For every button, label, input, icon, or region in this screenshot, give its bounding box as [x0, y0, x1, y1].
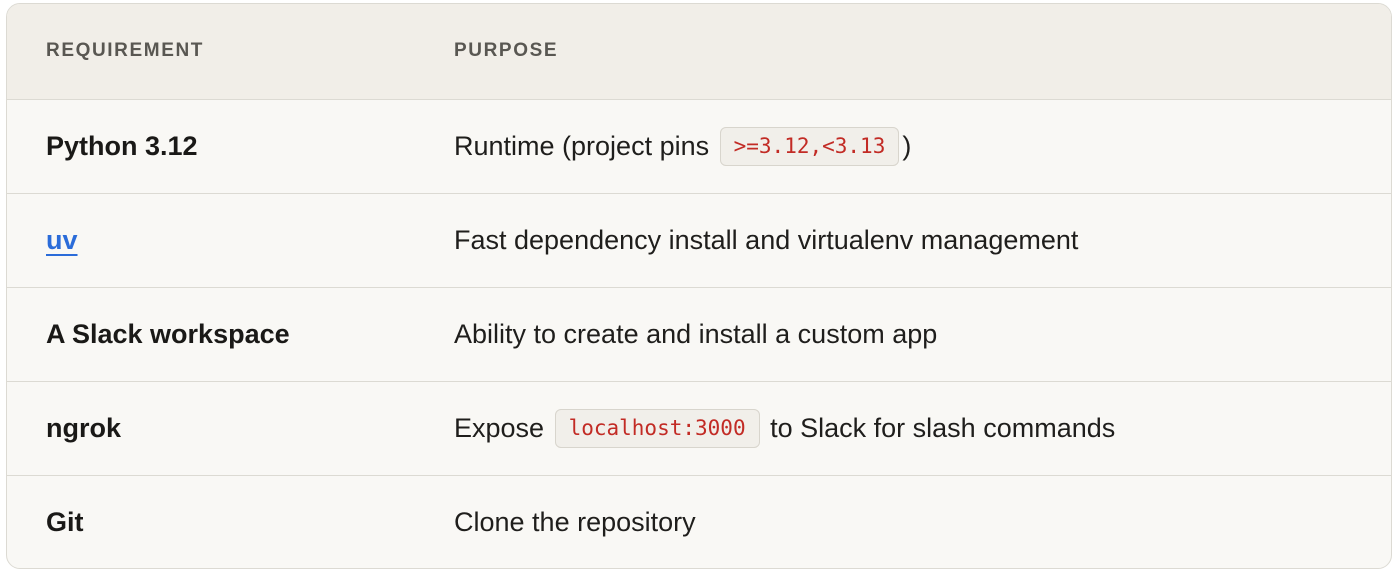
purpose-cell: Ability to create and install a custom a…: [415, 287, 1391, 382]
requirement-cell: Python 3.12: [7, 99, 415, 194]
table-row: uv Fast dependency install and virtualen…: [7, 193, 1391, 288]
purpose-text: Runtime (project pins: [454, 130, 710, 161]
header-purpose: PURPOSE: [415, 4, 1391, 100]
purpose-cell: Runtime (project pins >=3.12,<3.13): [415, 99, 1391, 194]
purpose-text: Expose: [454, 412, 545, 443]
purpose-cell: Expose localhost:3000 to Slack for slash…: [415, 381, 1391, 476]
requirement-cell: Git: [46, 506, 84, 537]
table-header: REQUIREMENT PURPOSE: [7, 4, 1391, 100]
header-requirement: REQUIREMENT: [7, 4, 415, 100]
requirements-table-container: REQUIREMENT PURPOSE Python 3.12 Runtime …: [6, 3, 1392, 569]
inline-code: localhost:3000: [554, 408, 760, 448]
purpose-text: ): [902, 130, 912, 161]
table-row: Git Clone the repository: [7, 475, 1391, 568]
purpose-cell: Fast dependency install and virtualenv m…: [415, 193, 1391, 288]
purpose-text: to Slack for slash commands: [770, 412, 1116, 443]
requirements-table: REQUIREMENT PURPOSE Python 3.12 Runtime …: [7, 4, 1391, 568]
purpose-cell: Clone the repository: [454, 506, 696, 537]
requirement-cell: A Slack workspace: [7, 287, 415, 382]
table-row: Python 3.12 Runtime (project pins >=3.12…: [7, 99, 1391, 194]
requirement-cell: ngrok: [7, 381, 415, 476]
table-row: ngrok Expose localhost:3000 to Slack for…: [7, 381, 1391, 476]
requirement-cell: uv: [7, 193, 415, 288]
header-row: REQUIREMENT PURPOSE: [7, 4, 1391, 100]
table-body: Python 3.12 Runtime (project pins >=3.12…: [7, 99, 1391, 568]
table-row: A Slack workspace Ability to create and …: [7, 287, 1391, 382]
inline-code: >=3.12,<3.13: [719, 126, 900, 166]
uv-link[interactable]: uv: [46, 225, 78, 255]
